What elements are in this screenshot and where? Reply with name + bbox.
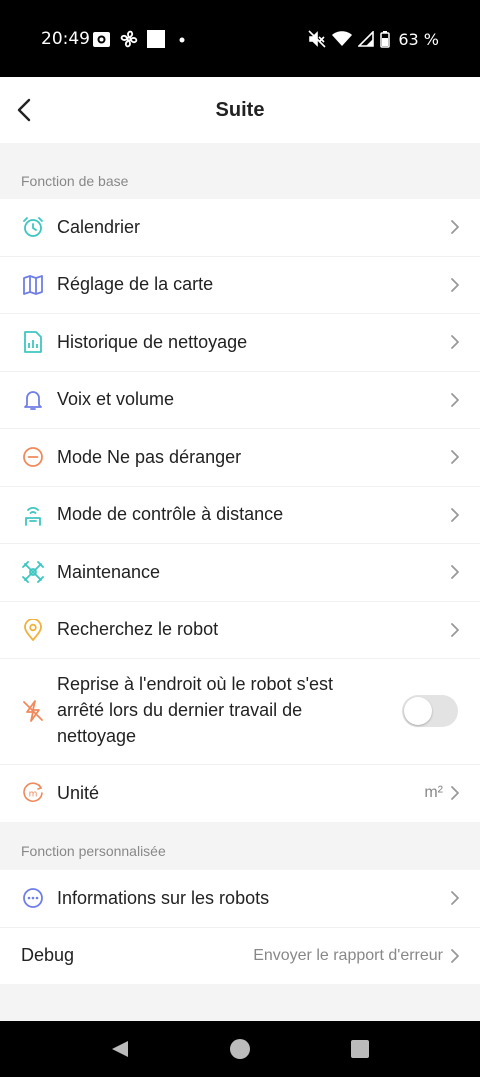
- debug-row[interactable]: Debug Envoyer le rapport d'erreur: [0, 928, 480, 985]
- find-robot-label: Recherchez le robot: [57, 619, 219, 640]
- chevron-right-icon: [451, 507, 459, 522]
- app-header: Suite: [0, 77, 480, 143]
- debug-value: Envoyer le rapport d'erreur: [253, 946, 443, 964]
- custom-functions-list: Informations sur les robots Debug Envoye…: [0, 870, 480, 984]
- section-title-custom: Fonction personnalisée: [21, 843, 166, 859]
- status-time: 20:49: [41, 29, 90, 49]
- resume-cleaning-row: Reprise à l'endroit où le robot s'est ar…: [0, 659, 480, 765]
- home-circle-icon[interactable]: [229, 1038, 251, 1060]
- battery-icon: [380, 30, 391, 48]
- chevron-right-icon: [451, 622, 459, 637]
- wifi-icon: [332, 31, 353, 46]
- unit-value: m²: [424, 784, 443, 802]
- cleaning-history-row[interactable]: Historique de nettoyage: [0, 314, 480, 372]
- find-robot-row[interactable]: Recherchez le robot: [0, 602, 480, 659]
- minus-circle-icon: [23, 447, 43, 468]
- recents-square-icon[interactable]: [351, 1040, 369, 1058]
- svg-text:m: m: [29, 790, 38, 800]
- robot-info-row[interactable]: Informations sur les robots: [0, 870, 480, 928]
- calendar-row[interactable]: Calendrier: [0, 199, 480, 257]
- maintenance-row[interactable]: Maintenance: [0, 544, 480, 602]
- remote-control-icon: [25, 506, 41, 526]
- unit-row[interactable]: m Unité m²: [0, 765, 480, 822]
- remote-control-label: Mode de contrôle à distance: [57, 504, 284, 525]
- toggle-knob: [404, 697, 432, 725]
- page-title: Suite: [215, 99, 265, 121]
- fan-icon: [120, 30, 138, 48]
- chevron-right-icon: [451, 277, 459, 292]
- chevron-right-icon: [451, 335, 459, 350]
- voice-volume-label: Voix et volume: [57, 389, 175, 410]
- cleaning-history-label: Historique de nettoyage: [57, 331, 248, 352]
- resume-cleaning-toggle[interactable]: [402, 695, 458, 727]
- battery-percent: 63 %: [398, 29, 439, 49]
- bell-icon: [24, 390, 42, 410]
- map-icon: [23, 274, 43, 295]
- calendar-label: Calendrier: [57, 216, 141, 237]
- robot-info-label: Informations sur les robots: [57, 887, 270, 908]
- map-settings-row[interactable]: Réglage de la carte: [0, 257, 480, 314]
- status-bar: 20:49 63 %: [0, 0, 480, 77]
- square-notification-icon: [147, 30, 165, 48]
- unit-label: Unité: [57, 782, 100, 803]
- system-nav-bar: [0, 1021, 480, 1077]
- section-title-basic: Fonction de base: [21, 173, 129, 189]
- back-triangle-icon[interactable]: [110, 1039, 130, 1059]
- report-chart-icon: [24, 331, 42, 354]
- maintenance-label: Maintenance: [57, 561, 161, 582]
- remote-control-row[interactable]: Mode de contrôle à distance: [0, 487, 480, 544]
- signal-icon: [358, 31, 375, 47]
- flash-off-icon: [23, 700, 43, 722]
- do-not-disturb-row[interactable]: Mode Ne pas déranger: [0, 429, 480, 487]
- chevron-right-icon: [451, 392, 459, 407]
- chevron-right-icon: [451, 948, 459, 963]
- chevron-right-icon: [451, 220, 459, 235]
- more-circle-icon: [23, 888, 43, 909]
- chevron-right-icon: [451, 565, 459, 580]
- chevron-right-icon: [451, 450, 459, 465]
- voice-volume-row[interactable]: Voix et volume: [0, 372, 480, 429]
- chevron-right-icon: [451, 891, 459, 906]
- resume-cleaning-label: Reprise à l'endroit où le robot s'est ar…: [57, 674, 334, 746]
- maintenance-icon: [22, 561, 44, 584]
- chevron-right-icon: [451, 786, 459, 801]
- alarm-clock-icon: [23, 217, 43, 238]
- mute-icon: [308, 30, 326, 48]
- debug-label: Debug: [21, 945, 75, 966]
- basic-functions-list: Calendrier Réglage de la carte Historiqu…: [0, 199, 480, 822]
- dot-icon: [179, 37, 185, 43]
- screen-record-icon: [93, 31, 110, 47]
- unit-m-icon: m: [23, 782, 43, 803]
- do-not-disturb-label: Mode Ne pas déranger: [57, 446, 242, 467]
- location-pin-icon: [24, 618, 42, 641]
- map-settings-label: Réglage de la carte: [57, 274, 214, 295]
